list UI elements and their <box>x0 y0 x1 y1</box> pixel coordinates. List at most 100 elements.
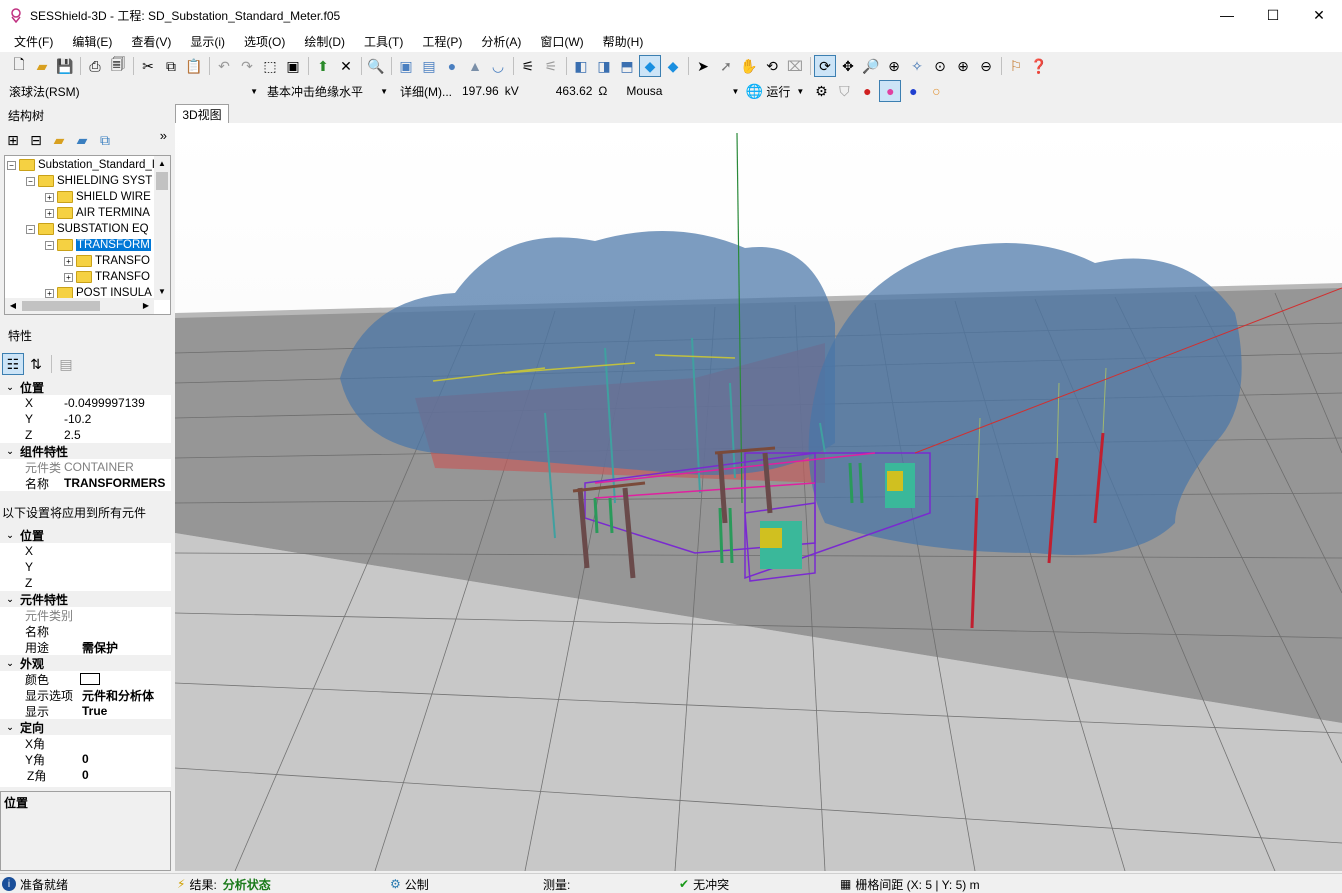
scroll-thumb[interactable] <box>156 172 168 190</box>
voltage-value[interactable]: 197.96 <box>462 84 499 98</box>
select-pointer-icon[interactable]: ➚ <box>715 55 737 77</box>
bulk-prop-y-angle[interactable]: Y角 0 <box>0 751 171 767</box>
undo-icon[interactable]: ↶ <box>213 55 235 77</box>
print-icon[interactable]: ⎙ <box>84 55 106 77</box>
run-dropdown-icon[interactable]: ▼ <box>796 87 804 96</box>
save-icon[interactable]: 💾 <box>54 55 76 77</box>
zoom-out-icon[interactable]: ⊖ <box>975 55 997 77</box>
bulk-prop-x-angle[interactable]: X角 <box>0 735 171 751</box>
menu-options[interactable]: 选项(O) <box>236 33 293 50</box>
help-icon[interactable]: ❓ <box>1028 55 1050 77</box>
zoom-region-icon[interactable]: ⊕ <box>883 55 905 77</box>
menu-file[interactable]: 文件(F) <box>6 33 61 50</box>
insulation-select[interactable]: 基本冲击绝缘水平 ▼ <box>262 81 392 101</box>
tree-item-root[interactable]: − Substation_Standard_I <box>7 157 155 173</box>
open-group-icon[interactable]: ▰ <box>71 129 93 151</box>
more-tools-button[interactable]: » <box>160 128 167 143</box>
view-front-icon[interactable]: ◧ <box>570 55 592 77</box>
menu-edit[interactable]: 编辑(E) <box>64 33 120 50</box>
view-solid-icon[interactable]: ◆ <box>662 55 684 77</box>
wire-tool-icon[interactable]: ⚟ <box>517 55 539 77</box>
bulk-prop-type[interactable]: 元件类别 <box>0 607 171 623</box>
bulk-prop-z[interactable]: Z <box>0 575 171 591</box>
color-mode-4-icon[interactable]: ○ <box>925 80 947 102</box>
category-group[interactable]: ⌄ 组件特性 <box>0 443 171 459</box>
property-pages-icon[interactable]: ▤ <box>55 353 77 375</box>
model-select[interactable]: Mousa ▼ <box>621 81 743 101</box>
resistance-value[interactable]: 463.62 <box>556 84 593 98</box>
move-icon[interactable]: ✥ <box>837 55 859 77</box>
tree-item-transfo-2[interactable]: + TRANSFO <box>64 269 150 285</box>
menu-tools[interactable]: 工具(T) <box>356 33 411 50</box>
collapse-chevron-icon[interactable]: ⌄ <box>0 594 20 605</box>
bulk-prop-display[interactable]: 显示 True <box>0 703 171 719</box>
cut-icon[interactable]: ✂ <box>137 55 159 77</box>
menu-help[interactable]: 帮助(H) <box>595 33 652 50</box>
expand-icon[interactable]: + <box>45 288 54 298</box>
scroll-down-icon[interactable]: ▼ <box>154 284 170 300</box>
method-select[interactable]: 滚球法(RSM) ▼ <box>4 81 262 101</box>
copy-icon[interactable]: ⧉ <box>160 55 182 77</box>
zoom-in-icon[interactable]: ⊕ <box>952 55 974 77</box>
minimize-button[interactable]: — <box>1204 0 1250 30</box>
print-preview-icon[interactable]: 🗐 <box>107 55 129 77</box>
structure-tree[interactable]: − Substation_Standard_I − SHIELDING SYST… <box>4 155 171 315</box>
bulk-prop-x[interactable]: X <box>0 543 171 559</box>
expand-icon[interactable]: + <box>45 208 54 218</box>
3d-viewport[interactable] <box>175 123 1342 871</box>
collapse-icon[interactable]: − <box>26 224 35 234</box>
menu-window[interactable]: 窗口(W) <box>532 33 591 50</box>
collapse-all-icon[interactable]: ⊟ <box>25 129 47 151</box>
menu-display[interactable]: 显示(i) <box>182 33 233 50</box>
maximize-button[interactable]: ☐ <box>1250 0 1296 30</box>
collapse-chevron-icon[interactable]: ⌄ <box>0 382 20 393</box>
prop-x[interactable]: X -0.0499997139 <box>0 395 171 411</box>
menu-draw[interactable]: 绘制(D) <box>296 33 353 50</box>
category-position[interactable]: ⌄ 位置 <box>0 379 171 395</box>
tab-3d-view[interactable]: 3D视图 <box>175 104 229 124</box>
tree-item-shield-wire[interactable]: + SHIELD WIRE <box>45 189 151 205</box>
expand-all-icon[interactable]: ⊞ <box>2 129 24 151</box>
cylinder-shape-icon[interactable]: ▤ <box>418 55 440 77</box>
tree-item-air-terminal[interactable]: + AIR TERMINA <box>45 205 150 221</box>
expand-icon[interactable]: + <box>45 192 54 202</box>
color-swatch[interactable] <box>80 673 100 685</box>
sort-alpha-icon[interactable]: ⇅ <box>25 353 47 375</box>
prop-z[interactable]: Z 2.5 <box>0 427 171 443</box>
whats-this-icon[interactable]: ⚐ <box>1005 55 1027 77</box>
prop-type[interactable]: 元件类 CONTAINER <box>0 459 171 475</box>
collapse-icon[interactable]: − <box>26 176 35 186</box>
zoom-window-icon[interactable]: 🔎 <box>860 55 882 77</box>
bulk-prop-color[interactable]: 颜色 <box>0 671 171 687</box>
curve-shape-icon[interactable]: ◡ <box>487 55 509 77</box>
wire-remove-icon[interactable]: ⚟ <box>540 55 562 77</box>
delete-icon[interactable]: ✕ <box>335 55 357 77</box>
redo-icon[interactable]: ↷ <box>236 55 258 77</box>
settings-gear-icon[interactable]: ⚙ <box>810 80 832 102</box>
scroll-up-icon[interactable]: ▲ <box>154 156 170 172</box>
pointer-icon[interactable]: ➤ <box>692 55 714 77</box>
import-icon[interactable]: ⬆ <box>312 55 334 77</box>
rotate-view-icon[interactable]: ⟲ <box>761 55 783 77</box>
orbit-icon[interactable]: ⟳ <box>814 55 836 77</box>
scroll-left-icon[interactable]: ◀ <box>5 298 21 314</box>
zoom-fit-icon[interactable]: ✧ <box>906 55 928 77</box>
bulk-prop-use[interactable]: 用途 需保护 <box>0 639 171 655</box>
category-element[interactable]: ⌄ 元件特性 <box>0 591 171 607</box>
view-iso-icon[interactable]: ◆ <box>639 55 661 77</box>
prop-y[interactable]: Y -10.2 <box>0 411 171 427</box>
menu-analysis[interactable]: 分析(A) <box>473 33 529 50</box>
find-icon[interactable]: 🔍 <box>365 55 387 77</box>
cone-shape-icon[interactable]: ▲ <box>464 55 486 77</box>
color-mode-2-icon[interactable]: ● <box>879 80 902 102</box>
close-button[interactable]: ✕ <box>1296 0 1342 30</box>
tree-item-transformers[interactable]: − TRANSFORM <box>45 237 151 253</box>
view-top-icon[interactable]: ⬒ <box>616 55 638 77</box>
expand-icon[interactable]: + <box>64 272 73 282</box>
view-side-icon[interactable]: ◨ <box>593 55 615 77</box>
run-button[interactable]: 运行 <box>766 83 790 100</box>
color-mode-1-icon[interactable]: ● <box>856 80 878 102</box>
link-icon[interactable]: ⧉ <box>94 129 116 151</box>
group-icon[interactable]: ▣ <box>282 55 304 77</box>
camera-icon[interactable]: ⌧ <box>784 55 806 77</box>
